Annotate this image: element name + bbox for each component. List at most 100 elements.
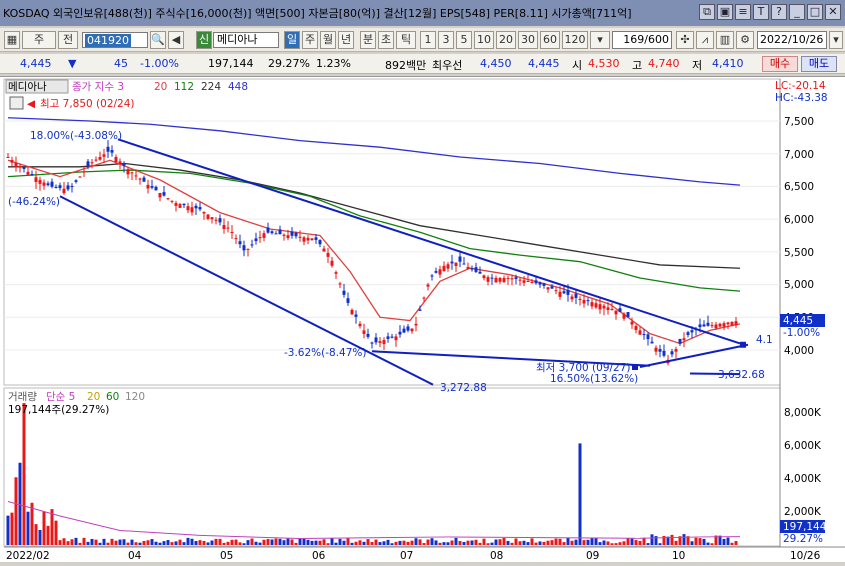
- minute-10[interactable]: 10: [474, 31, 494, 49]
- volume-bar: [563, 542, 566, 545]
- price-tick: 5,000: [784, 279, 814, 291]
- tab-week[interactable]: 주: [302, 31, 318, 49]
- volume-bar: [115, 541, 118, 545]
- candle-body: [179, 204, 182, 208]
- candle-body: [535, 280, 538, 283]
- date-dropdown-icon[interactable]: ▾: [829, 31, 843, 49]
- type-select[interactable]: 주: [22, 31, 56, 49]
- volume-bar: [123, 539, 126, 545]
- dock-icon[interactable]: ▣: [717, 4, 733, 20]
- volume-bar: [87, 542, 90, 545]
- minute-20[interactable]: 20: [496, 31, 516, 49]
- candle-body: [715, 324, 718, 328]
- minute-30[interactable]: 30: [518, 31, 538, 49]
- table-icon[interactable]: [10, 97, 23, 109]
- candle-body: [95, 160, 98, 161]
- minute-dropdown-icon[interactable]: ▾: [590, 31, 610, 49]
- candle-body: [87, 161, 90, 166]
- lc-value: LC:-20.14: [775, 80, 826, 92]
- chart-settings-icon[interactable]: ▥: [716, 31, 734, 49]
- help-icon[interactable]: ?: [771, 4, 787, 20]
- candle-body: [563, 291, 566, 293]
- volume-bar: [511, 543, 514, 545]
- tab-month[interactable]: 월: [320, 31, 336, 49]
- tab-day[interactable]: 일: [284, 31, 300, 49]
- volume-bar: [327, 543, 330, 545]
- volume-bar: [127, 543, 130, 545]
- volume-bar: [287, 539, 290, 545]
- current-volume-tag-text: 197,144: [783, 521, 827, 533]
- candle-body: [555, 290, 558, 291]
- minute-5[interactable]: 5: [456, 31, 472, 49]
- tab-second[interactable]: 초: [378, 31, 394, 49]
- volume-ma-20: 20: [87, 391, 100, 403]
- candle-body: [11, 160, 14, 163]
- candle-body: [479, 272, 482, 274]
- speaker-icon[interactable]: ◀: [168, 31, 184, 49]
- volume-bar: [575, 540, 578, 545]
- minute-60[interactable]: 60: [540, 31, 560, 49]
- volume-bar: [367, 539, 370, 545]
- tab-minute[interactable]: 분: [360, 31, 376, 49]
- sell-button[interactable]: 매도: [801, 56, 837, 72]
- minimize-icon[interactable]: _: [789, 4, 805, 20]
- candle-body: [99, 157, 102, 160]
- date-input[interactable]: 2022/10/26: [757, 31, 827, 49]
- candle-body: [599, 304, 602, 309]
- zoom-icon[interactable]: ✣: [676, 31, 694, 49]
- volume-bar: [503, 538, 506, 545]
- volume-bar: [211, 541, 214, 545]
- volume-bar: [383, 541, 386, 545]
- prev-button[interactable]: 전: [58, 31, 78, 49]
- tab-year[interactable]: 년: [338, 31, 354, 49]
- candle-body: [271, 231, 274, 233]
- menu-icon[interactable]: ≡: [735, 4, 751, 20]
- minute-1[interactable]: 1: [420, 31, 436, 49]
- chart-area[interactable]: 메디아나 종가 지수 3 20 112 224 448 LC:-20.14 HC…: [0, 76, 845, 562]
- candle-body: [623, 314, 626, 319]
- volume-bar: [11, 513, 14, 545]
- minute-120[interactable]: 120: [562, 31, 588, 49]
- stock-name-field[interactable]: 메디아나: [213, 32, 279, 48]
- search-icon[interactable]: 🔍: [150, 31, 166, 49]
- candle-body: [147, 185, 150, 189]
- candle-body: [367, 334, 370, 337]
- volume-bar: [699, 538, 702, 545]
- candle-body: [359, 324, 362, 326]
- font-icon[interactable]: T: [753, 4, 769, 20]
- candle-body: [223, 225, 226, 229]
- volume-bar: [643, 538, 646, 545]
- maximize-icon[interactable]: □: [807, 4, 823, 20]
- candle-body: [131, 172, 134, 173]
- volume-value: 197,144: [208, 57, 254, 70]
- candle-body: [311, 238, 314, 240]
- volume-bar: [611, 543, 614, 545]
- turnover-percent: 29.27%: [268, 57, 310, 70]
- candle-body: [219, 218, 222, 222]
- candle-body: [323, 249, 326, 252]
- code-input[interactable]: 041920: [82, 32, 148, 48]
- volume-bar: [619, 542, 622, 545]
- buy-button[interactable]: 매수: [762, 56, 798, 72]
- volume-bar: [263, 540, 266, 545]
- volume-bar: [543, 542, 546, 545]
- volume-bar: [231, 540, 234, 545]
- candle-body: [119, 161, 122, 164]
- price-volume-chart[interactable]: 메디아나 종가 지수 3 20 112 224 448 LC:-20.14 HC…: [0, 77, 845, 563]
- candle-body: [247, 249, 250, 250]
- gear-icon[interactable]: ⚙: [736, 31, 754, 49]
- candle-body: [495, 278, 498, 282]
- candle-body: [275, 233, 278, 234]
- tab-tick[interactable]: 틱: [396, 31, 416, 49]
- volume-bar: [339, 539, 342, 545]
- settings-grid-icon[interactable]: ▦: [4, 31, 20, 49]
- minute-3[interactable]: 3: [438, 31, 454, 49]
- indicator-icon[interactable]: ⩘: [696, 31, 714, 49]
- restore-icon[interactable]: ⧉: [699, 4, 715, 20]
- page-counter[interactable]: 169/600: [612, 31, 672, 49]
- volume-bar: [647, 543, 650, 545]
- volume-bar: [603, 541, 606, 545]
- volume-bar: [651, 534, 654, 545]
- volume-bar: [427, 540, 430, 545]
- close-icon[interactable]: ✕: [825, 4, 841, 20]
